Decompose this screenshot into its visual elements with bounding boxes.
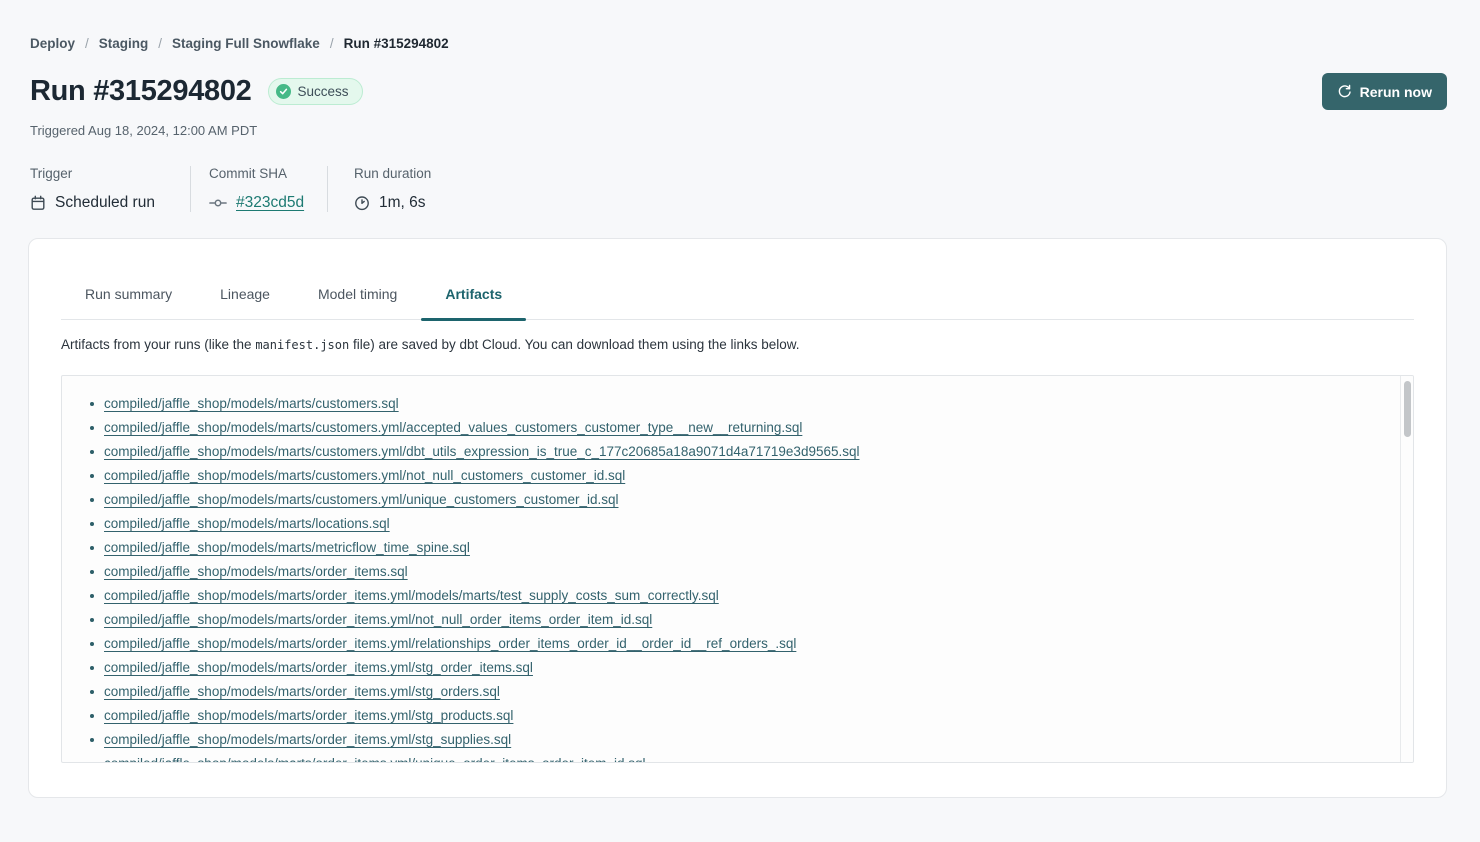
scrollbar-thumb[interactable] xyxy=(1404,381,1411,437)
breadcrumb-deploy[interactable]: Deploy xyxy=(30,36,75,51)
artifact-list-item: compiled/jaffle_shop/models/marts/order_… xyxy=(90,704,1389,728)
tab-artifacts[interactable]: Artifacts xyxy=(421,286,526,319)
artifact-list-item: compiled/jaffle_shop/models/marts/order_… xyxy=(90,560,1389,584)
tab-lineage[interactable]: Lineage xyxy=(196,286,294,319)
tab-run-summary[interactable]: Run summary xyxy=(61,286,196,319)
artifact-list-item: compiled/jaffle_shop/models/marts/custom… xyxy=(90,464,1389,488)
artifact-link[interactable]: compiled/jaffle_shop/models/marts/metric… xyxy=(104,540,470,555)
artifact-list-item: compiled/jaffle_shop/models/marts/order_… xyxy=(90,584,1389,608)
breadcrumb-current-run: Run #315294802 xyxy=(344,36,449,51)
run-detail-page: Deploy / Staging / Staging Full Snowflak… xyxy=(0,0,1480,842)
tab-bar: Run summary Lineage Model timing Artifac… xyxy=(61,286,1414,320)
artifact-list-item: compiled/jaffle_shop/models/marts/custom… xyxy=(90,392,1389,416)
calendar-icon xyxy=(30,195,46,211)
artifact-list-item: compiled/jaffle_shop/models/marts/custom… xyxy=(90,416,1389,440)
artifact-list-item: compiled/jaffle_shop/models/marts/order_… xyxy=(90,608,1389,632)
triggered-timestamp: Triggered Aug 18, 2024, 12:00 AM PDT xyxy=(0,110,1480,138)
run-duration-label: Run duration xyxy=(354,166,431,181)
artifact-link[interactable]: compiled/jaffle_shop/models/marts/custom… xyxy=(104,492,618,507)
breadcrumb-separator: / xyxy=(158,36,162,51)
status-badge-label: Success xyxy=(298,84,349,99)
rerun-now-button[interactable]: Rerun now xyxy=(1322,73,1447,110)
artifact-link[interactable]: compiled/jaffle_shop/models/marts/custom… xyxy=(104,444,860,459)
breadcrumb: Deploy / Staging / Staging Full Snowflak… xyxy=(0,0,1480,51)
artifact-link[interactable]: compiled/jaffle_shop/models/marts/order_… xyxy=(104,684,500,699)
artifact-link[interactable]: compiled/jaffle_shop/models/marts/locati… xyxy=(104,516,390,531)
artifact-list-item: compiled/jaffle_shop/models/marts/order_… xyxy=(90,632,1389,656)
clock-icon xyxy=(354,195,370,211)
meta-commit-sha: Commit SHA #323cd5d xyxy=(190,166,327,212)
artifact-link[interactable]: compiled/jaffle_shop/models/marts/order_… xyxy=(104,756,646,762)
artifact-list-item: compiled/jaffle_shop/models/marts/custom… xyxy=(90,440,1389,464)
meta-run-duration: Run duration 1m, 6s xyxy=(327,166,459,212)
artifact-link[interactable]: compiled/jaffle_shop/models/marts/order_… xyxy=(104,588,719,603)
success-check-icon xyxy=(276,84,291,99)
artifact-link[interactable]: compiled/jaffle_shop/models/marts/custom… xyxy=(104,468,625,483)
artifact-list-item: compiled/jaffle_shop/models/marts/order_… xyxy=(90,728,1389,752)
rerun-now-label: Rerun now xyxy=(1360,84,1432,100)
artifact-link[interactable]: compiled/jaffle_shop/models/marts/order_… xyxy=(104,612,652,627)
artifact-list-item: compiled/jaffle_shop/models/marts/order_… xyxy=(90,680,1389,704)
artifact-link[interactable]: compiled/jaffle_shop/models/marts/order_… xyxy=(104,732,511,747)
commit-sha-link[interactable]: #323cd5d xyxy=(236,194,304,212)
commit-icon xyxy=(209,195,227,211)
breadcrumb-job[interactable]: Staging Full Snowflake xyxy=(172,36,320,51)
header-row: Run #315294802 Success Rerun now xyxy=(0,51,1480,110)
breadcrumb-separator: / xyxy=(330,36,334,51)
artifacts-list-panel: compiled/jaffle_shop/models/marts/custom… xyxy=(61,375,1414,763)
artifact-list-item: compiled/jaffle_shop/models/marts/custom… xyxy=(90,488,1389,512)
artifact-list-item: compiled/jaffle_shop/models/marts/metric… xyxy=(90,536,1389,560)
trigger-label: Trigger xyxy=(30,166,162,181)
meta-trigger: Trigger Scheduled run xyxy=(30,166,190,212)
scrollbar-track[interactable] xyxy=(1400,376,1413,762)
run-detail-card: Run summary Lineage Model timing Artifac… xyxy=(28,238,1447,798)
status-badge: Success xyxy=(268,78,363,105)
run-duration-value: 1m, 6s xyxy=(379,194,426,212)
run-meta-row: Trigger Scheduled run Commit SHA xyxy=(30,166,1450,212)
artifact-list-item: compiled/jaffle_shop/models/marts/order_… xyxy=(90,752,1389,762)
artifact-link[interactable]: compiled/jaffle_shop/models/marts/order_… xyxy=(104,636,796,651)
artifact-list-item: compiled/jaffle_shop/models/marts/order_… xyxy=(90,656,1389,680)
artifact-link[interactable]: compiled/jaffle_shop/models/marts/order_… xyxy=(104,708,513,723)
tab-model-timing[interactable]: Model timing xyxy=(294,286,421,319)
artifact-link[interactable]: compiled/jaffle_shop/models/marts/order_… xyxy=(104,660,533,675)
refresh-icon xyxy=(1337,84,1352,99)
artifact-link[interactable]: compiled/jaffle_shop/models/marts/order_… xyxy=(104,564,408,579)
artifacts-description: Artifacts from your runs (like the manif… xyxy=(61,337,1414,352)
artifacts-list: compiled/jaffle_shop/models/marts/custom… xyxy=(62,376,1413,762)
artifact-link[interactable]: compiled/jaffle_shop/models/marts/custom… xyxy=(104,396,399,411)
page-title: Run #315294802 xyxy=(30,75,252,108)
artifact-link[interactable]: compiled/jaffle_shop/models/marts/custom… xyxy=(104,420,802,435)
artifact-list-item: compiled/jaffle_shop/models/marts/locati… xyxy=(90,512,1389,536)
commit-sha-label: Commit SHA xyxy=(209,166,299,181)
breadcrumb-separator: / xyxy=(85,36,89,51)
breadcrumb-staging[interactable]: Staging xyxy=(99,36,149,51)
manifest-json-code: manifest.json xyxy=(255,338,349,352)
trigger-value: Scheduled run xyxy=(55,194,155,212)
